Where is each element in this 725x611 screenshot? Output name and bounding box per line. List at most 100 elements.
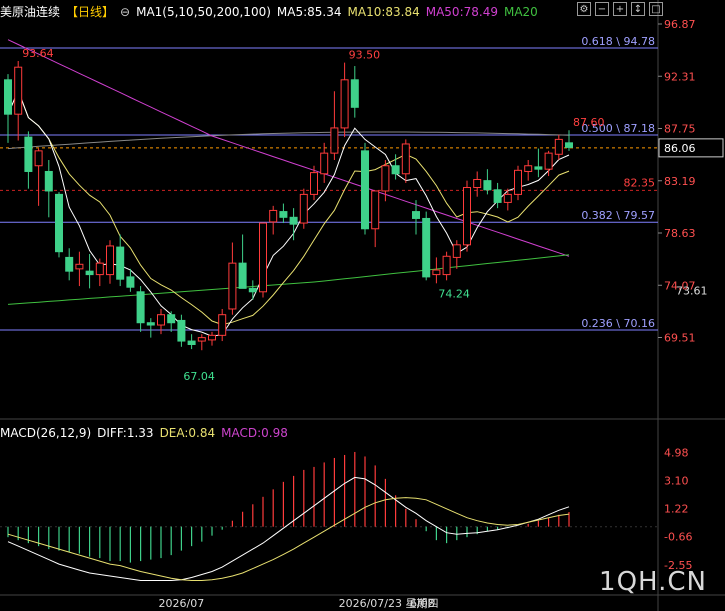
ma-title: MA1(5,10,50,200,100) (136, 5, 271, 19)
price-tick-label: 83.19 (664, 175, 696, 188)
ma20-line (7, 254, 570, 305)
candle-body (65, 256, 74, 272)
candle-body (14, 66, 23, 115)
price-tick-label: 92.31 (664, 70, 696, 83)
ma5-value: MA5:85.34 (276, 5, 342, 19)
ma200-line (7, 131, 570, 150)
candle-body (187, 340, 196, 345)
candle-body (24, 136, 33, 172)
candle-body (381, 165, 390, 192)
candle-body (401, 143, 410, 175)
macd-macd-value: MACD:0.98 (221, 426, 288, 440)
minus-icon[interactable]: − (595, 2, 609, 16)
last-price-label: 86.06 (664, 142, 696, 155)
candle-body (565, 142, 573, 148)
candle-body (361, 150, 369, 230)
macd-header: MACD(26,12,9) DIFF:1.33 DEA:0.84 MACD:0.… (0, 423, 294, 443)
candle-body (44, 170, 53, 192)
macd-dea-value: DEA:0.84 (159, 426, 216, 440)
candle-body (483, 180, 492, 191)
fib-level-label: 0.382 \ 79.57 (581, 209, 655, 222)
price-tick-label: 87.75 (664, 123, 696, 136)
support-level-label: 82.35 (624, 176, 656, 189)
candle-body (259, 222, 267, 293)
price-tick-label: 78.63 (664, 227, 696, 240)
candle-body (136, 291, 145, 324)
candle-body (340, 79, 349, 129)
chart-canvas[interactable]: 96.8792.3187.7583.1978.6374.0769.510.618… (0, 0, 725, 611)
instrument-name: 美原油连续 (0, 5, 61, 19)
candle-body (126, 276, 135, 288)
candle-body (544, 152, 553, 170)
candle-body (534, 166, 543, 170)
macd-dea-line (7, 497, 570, 581)
price-chart-header: 美原油连续 【日线】 ⊖ MA1(5,10,50,200,100) MA5:85… (0, 2, 544, 22)
candle-body (238, 262, 247, 289)
candle-body (473, 178, 482, 189)
candle-body (310, 172, 318, 195)
macd-diff-value: DIFF:1.33 (97, 426, 154, 440)
ma10-value: MA10:83.84 (347, 5, 420, 19)
candle-body (157, 314, 165, 326)
candle-body (106, 245, 114, 276)
candle-body (503, 193, 512, 203)
settings-icon[interactable]: ⊖ (120, 2, 130, 22)
candle-body (554, 138, 563, 155)
tool-icon[interactable]: ↕ (631, 2, 645, 16)
candle-body (269, 209, 278, 223)
candle-body (75, 263, 84, 270)
candle-body (85, 270, 94, 276)
price-annotation: 93.64 (22, 47, 54, 60)
candle-body (422, 217, 431, 278)
date-label: 6/08 (410, 597, 435, 610)
candle-body (299, 193, 308, 224)
maximize-icon[interactable]: □ (649, 2, 663, 16)
macd-tick-label: -0.66 (664, 531, 692, 544)
macd-title: MACD(26,12,9) (0, 426, 92, 440)
candle-body (167, 314, 176, 324)
settings-icon[interactable]: ⚙ (577, 2, 591, 16)
macd-diff-line (7, 476, 570, 581)
price-tick-label: 69.51 (664, 332, 696, 345)
macd-tick-label: 3.10 (664, 474, 689, 487)
candle-body (279, 211, 288, 218)
candle-body (55, 193, 63, 253)
candle-body (330, 127, 339, 154)
candle-body (350, 79, 359, 108)
fib-level-label: 0.236 \ 70.16 (581, 317, 655, 330)
candle-body (4, 79, 12, 115)
candle-body (514, 169, 522, 195)
watermark: 1QH.CN (599, 567, 707, 597)
candle-body (412, 211, 420, 219)
chart-toolbar: ⚙ − + ↕ □ (577, 2, 663, 16)
candle-body (371, 190, 380, 230)
period-label[interactable]: 【日线】 (66, 2, 114, 22)
candle-body (218, 314, 227, 336)
candle-body (289, 216, 298, 225)
price-annotation: 87.60 (573, 116, 605, 129)
macd-tick-label: 1.22 (664, 502, 689, 515)
candle-body (177, 319, 186, 342)
candle-body (116, 246, 125, 280)
candle-body (391, 165, 400, 175)
candle-body (463, 187, 471, 246)
price-annotation: 67.04 (183, 370, 215, 383)
candle-body (452, 244, 461, 258)
candle-body (95, 262, 104, 276)
price-tick-label: 96.87 (664, 18, 696, 31)
secondary-price-label: 73.61 (676, 285, 708, 298)
candle-body (34, 150, 43, 167)
fib-level-label: 0.618 \ 94.78 (581, 35, 655, 48)
candle-body (146, 322, 155, 326)
candle-body (320, 152, 329, 175)
candle-body (493, 189, 502, 203)
candle-body (248, 287, 257, 293)
price-annotation: 74.24 (438, 287, 470, 300)
candle-body (197, 337, 206, 342)
plus-icon[interactable]: + (613, 2, 627, 16)
ma10-line (7, 89, 570, 326)
candle-body (208, 334, 216, 341)
candle-body (432, 269, 441, 276)
candle-body (524, 165, 533, 172)
ma20-value: MA20 (503, 5, 538, 19)
